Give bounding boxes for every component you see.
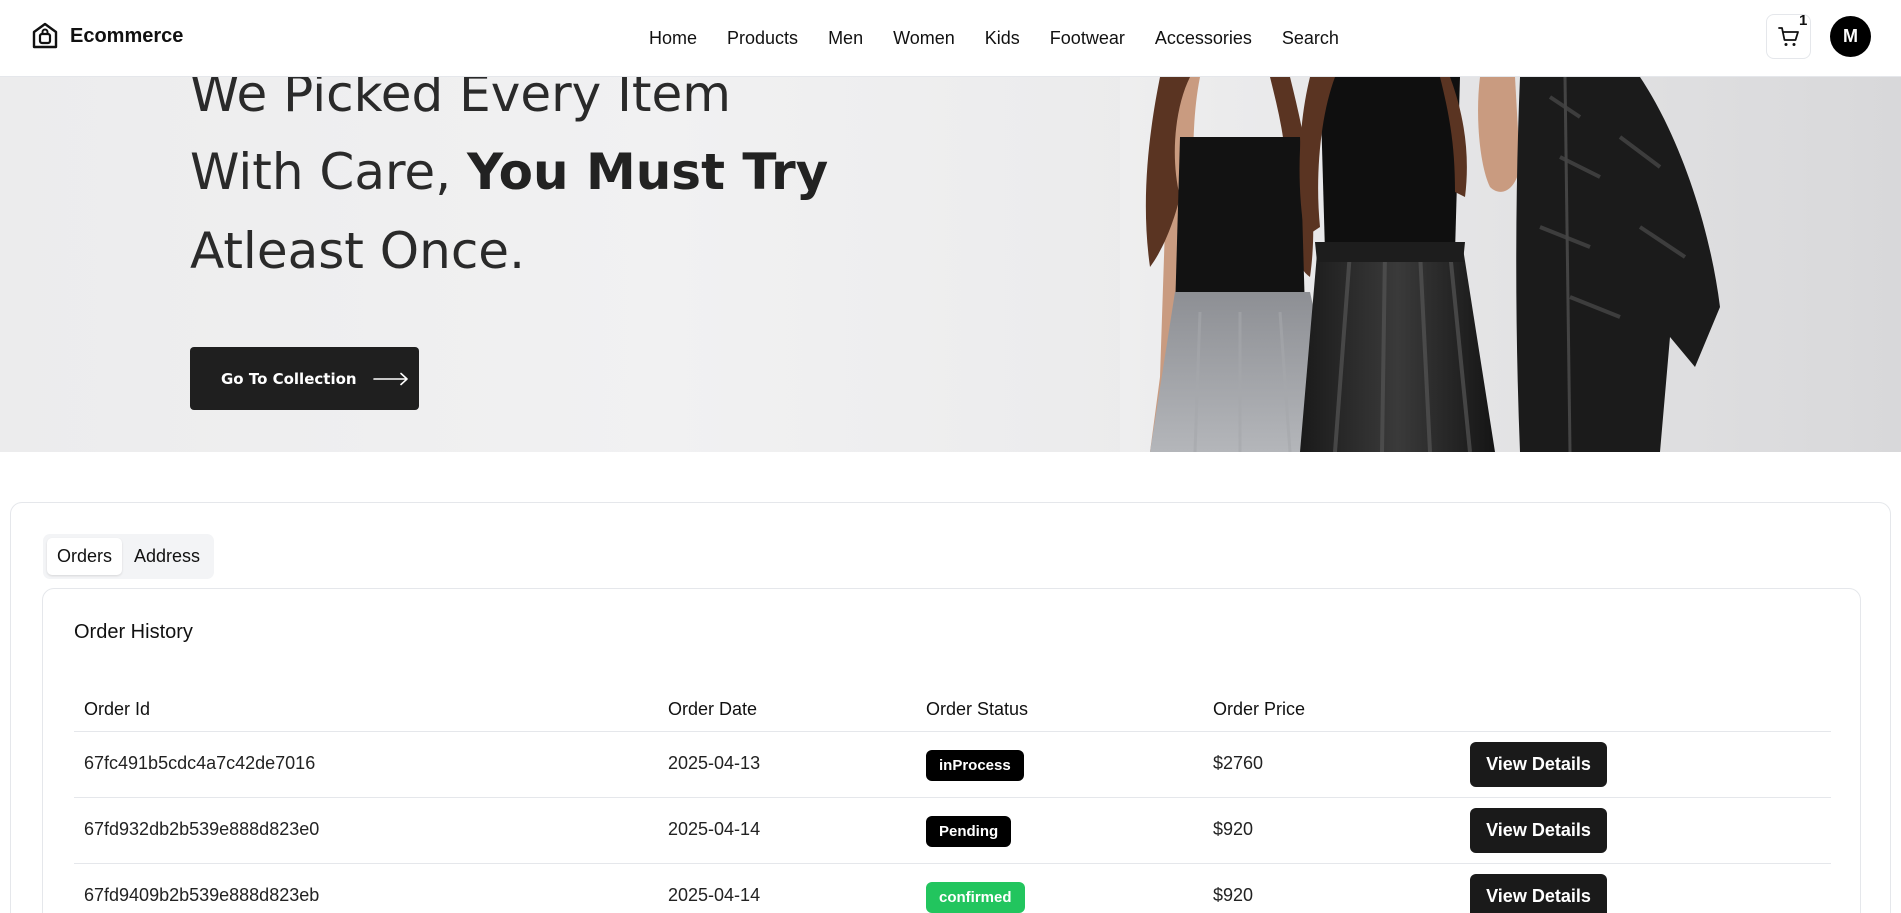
nav-products[interactable]: Products	[712, 26, 813, 50]
store-logo-icon	[32, 22, 58, 49]
hero-headline-line-2: With Care, You Must Try	[190, 143, 828, 201]
order-id: 67fd932db2b539e888d823e0	[84, 819, 320, 839]
nav-footwear[interactable]: Footwear	[1035, 26, 1140, 50]
order-date: 2025-04-14	[668, 885, 761, 905]
account-tabs: Orders Address	[43, 534, 215, 579]
order-price: $920	[1213, 885, 1254, 905]
hero-headline-normal: With Care,	[190, 143, 467, 201]
brand-name: Ecommerce	[70, 24, 184, 47]
site-header: Ecommerce Home Products Men Women Kids F…	[0, 0, 1901, 77]
tab-address[interactable]: Address	[124, 538, 210, 575]
view-details-button[interactable]: View Details	[1470, 808, 1607, 853]
status-badge: inProcess	[926, 750, 1024, 781]
order-history-title: Order History	[74, 621, 193, 643]
cart-count-badge: 1	[1799, 12, 1808, 29]
order-id: 67fc491b5cdc4a7c42de7016	[84, 753, 316, 773]
nav-men[interactable]: Men	[813, 26, 878, 50]
nav-home[interactable]: Home	[634, 26, 712, 50]
user-avatar[interactable]: M	[1830, 16, 1871, 57]
table-row: 67fd9409b2b539e888d823eb 2025-04-14 conf…	[74, 864, 1831, 913]
order-price: $920	[1213, 819, 1254, 839]
order-price: $2760	[1213, 753, 1264, 773]
fashion-models-image	[1120, 77, 1901, 452]
column-header-order-status: Order Status	[926, 699, 1029, 719]
hero-headline-line-1: We Picked Every Item	[190, 77, 731, 123]
view-details-button[interactable]: View Details	[1470, 742, 1607, 787]
cta-label: Go To Collection	[221, 369, 357, 388]
hero-banner: We Picked Every Item With Care, You Must…	[0, 77, 1901, 452]
shopping-cart-icon	[1777, 26, 1799, 46]
nav-kids[interactable]: Kids	[970, 26, 1035, 50]
go-to-collection-button[interactable]: Go To Collection	[190, 347, 419, 410]
column-header-order-date: Order Date	[668, 699, 758, 719]
nav-accessories[interactable]: Accessories	[1140, 26, 1267, 50]
order-history-panel: Order History Order Id Order Date Order …	[42, 588, 1861, 913]
hero-headline-line-3: Atleast Once.	[190, 222, 525, 280]
table-row: 67fd932db2b539e888d823e0 2025-04-14 Pend…	[74, 798, 1831, 864]
order-date: 2025-04-14	[668, 819, 761, 839]
nav-women[interactable]: Women	[878, 26, 970, 50]
column-header-order-id: Order Id	[84, 699, 151, 719]
account-card: Orders Address Order History Order Id Or…	[10, 502, 1891, 913]
arrow-right-icon	[372, 372, 408, 385]
status-badge: Pending	[926, 816, 1012, 847]
order-id: 67fd9409b2b539e888d823eb	[84, 885, 320, 905]
view-details-button[interactable]: View Details	[1470, 874, 1607, 913]
order-date: 2025-04-13	[668, 753, 761, 773]
nav-search[interactable]: Search	[1267, 26, 1354, 50]
logo[interactable]: Ecommerce	[30, 21, 183, 51]
status-badge: confirmed	[926, 882, 1025, 913]
table-row: 67fc491b5cdc4a7c42de7016 2025-04-13 inPr…	[74, 732, 1831, 798]
column-header-order-price: Order Price	[1213, 699, 1306, 719]
hero-headline-bold: You Must Try	[466, 143, 829, 201]
main-nav: Home Products Men Women Kids Footwear Ac…	[634, 26, 1354, 50]
tab-orders[interactable]: Orders	[47, 538, 123, 575]
table-header: Order Id Order Date Order Status Order P…	[74, 689, 1831, 732]
